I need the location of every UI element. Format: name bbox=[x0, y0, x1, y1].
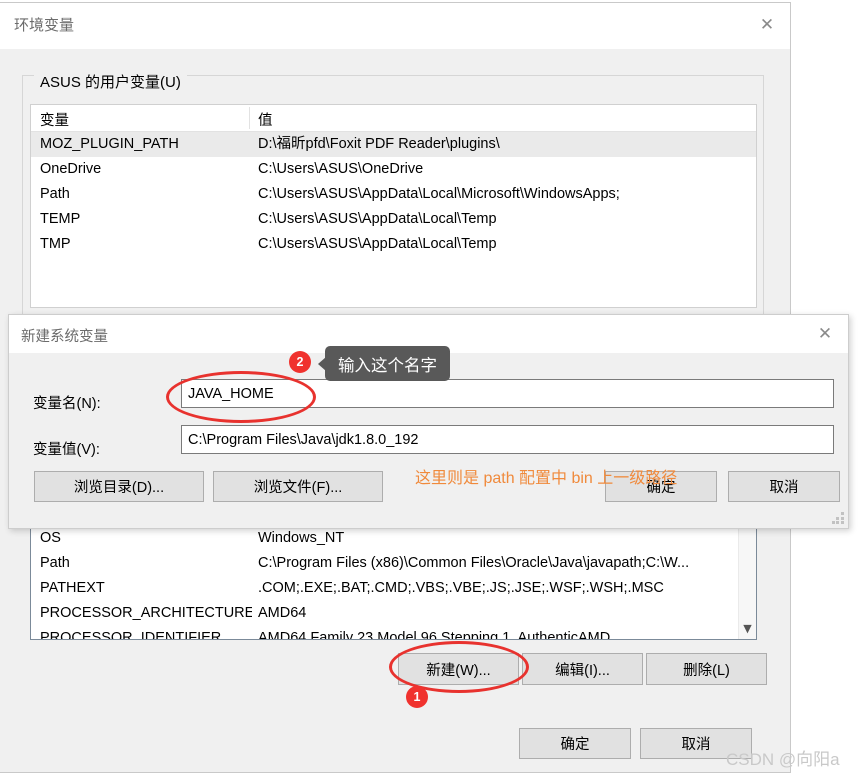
table-row[interactable]: OneDrive C:\Users\ASUS\OneDrive bbox=[31, 157, 756, 182]
cell-variable: MOZ_PLUGIN_PATH bbox=[40, 136, 179, 152]
edit-button[interactable]: 编辑(I)... bbox=[522, 653, 643, 685]
resize-grip[interactable] bbox=[832, 512, 844, 524]
table-row[interactable]: TMP C:\Users\ASUS\AppData\Local\Temp bbox=[31, 232, 756, 257]
column-divider[interactable] bbox=[249, 107, 250, 129]
annotation-badge-1: 1 bbox=[406, 686, 428, 708]
cell-value: C:\Users\ASUS\AppData\Local\Temp bbox=[258, 211, 497, 227]
column-header-value[interactable]: 值 bbox=[258, 109, 273, 130]
cell-value: .COM;.EXE;.BAT;.CMD;.VBS;.VBE;.JS;.JSE;.… bbox=[258, 580, 664, 596]
cell-variable: TEMP bbox=[40, 211, 81, 227]
table-row[interactable]: MOZ_PLUGIN_PATH D:\福昕pfd\Foxit PDF Reader… bbox=[31, 132, 756, 157]
variable-value-input[interactable] bbox=[181, 425, 834, 454]
table-header-row: 变量 值 bbox=[31, 105, 756, 132]
table-row[interactable]: Path C:\Program Files (x86)\Common Files\… bbox=[31, 551, 756, 576]
cell-variable: PATHEXT bbox=[40, 580, 105, 596]
system-variables-table[interactable]: OS Windows_NT Path C:\Program Files (x86)\C… bbox=[30, 525, 757, 640]
chevron-down-icon[interactable]: ▼ bbox=[739, 620, 756, 637]
ok-button[interactable]: 确定 bbox=[519, 728, 631, 759]
cell-value: AMD64 bbox=[258, 605, 307, 621]
cell-value: AMD64 Family 23 Model 96 Stepping 1, Aut… bbox=[258, 630, 611, 640]
cell-value: D:\福昕pfd\Foxit PDF Reader\plugins\ bbox=[258, 136, 500, 152]
table-row[interactable]: PATHEXT .COM;.EXE;.BAT;.CMD;.VBS;.VBE;.JS… bbox=[31, 576, 756, 601]
variable-name-label: 变量名(N): bbox=[33, 396, 101, 412]
annotation-orange-note: 这里则是 path 配置中 bin 上一级路径 bbox=[415, 470, 678, 487]
window-titlebar: 环境变量 ✕ bbox=[0, 3, 790, 49]
annotation-badge-2: 2 bbox=[289, 351, 311, 373]
close-icon[interactable]: ✕ bbox=[802, 315, 848, 352]
new-button[interactable]: 新建(W)... bbox=[398, 653, 519, 685]
table-row[interactable]: Path C:\Users\ASUS\AppData\Local\Microsof… bbox=[31, 182, 756, 207]
browse-file-button[interactable]: 浏览文件(F)... bbox=[213, 471, 383, 502]
page-title: 环境变量 bbox=[14, 17, 75, 34]
table-scrollbar[interactable]: ▼ bbox=[738, 526, 756, 639]
cell-variable: PROCESSOR_ARCHITECTURE bbox=[40, 605, 252, 621]
column-header-variable[interactable]: 变量 bbox=[40, 109, 69, 130]
cell-variable: TMP bbox=[40, 236, 71, 252]
user-variables-table[interactable]: 变量 值 MOZ_PLUGIN_PATH D:\福昕pfd\Foxit PDF R… bbox=[30, 104, 757, 308]
cell-variable: Path bbox=[40, 555, 70, 571]
cell-variable: OneDrive bbox=[40, 161, 102, 177]
delete-button[interactable]: 删除(L) bbox=[646, 653, 767, 685]
variable-value-label: 变量值(V): bbox=[33, 442, 100, 458]
cell-value: Windows_NT bbox=[258, 530, 345, 546]
user-variables-group-label: ASUS 的用户变量(U) bbox=[34, 71, 187, 92]
table-row[interactable]: TEMP C:\Users\ASUS\AppData\Local\Temp bbox=[31, 207, 756, 232]
watermark: CSDN @向阳a bbox=[726, 750, 840, 769]
table-row[interactable]: PROCESSOR_ARCHITECTURE AMD64 bbox=[31, 601, 756, 626]
cell-variable: Path bbox=[40, 186, 70, 202]
cell-value: C:\Program Files (x86)\Common Files\Orac… bbox=[258, 555, 690, 571]
browse-directory-button[interactable]: 浏览目录(D)... bbox=[34, 471, 204, 502]
cell-variable: OS bbox=[40, 530, 61, 546]
table-row[interactable]: OS Windows_NT bbox=[31, 526, 756, 551]
dialog-title: 新建系统变量 bbox=[21, 329, 108, 345]
annotation-tooltip-enter-name: 输入这个名字 bbox=[318, 346, 450, 381]
close-icon[interactable]: ✕ bbox=[744, 3, 790, 47]
dialog-cancel-button[interactable]: 取消 bbox=[728, 471, 840, 502]
cell-value: C:\Users\ASUS\OneDrive bbox=[258, 161, 424, 177]
cell-value: C:\Users\ASUS\AppData\Local\Temp bbox=[258, 236, 497, 252]
variable-name-input[interactable] bbox=[181, 379, 834, 408]
cell-variable: PROCESSOR_IDENTIFIER bbox=[40, 630, 222, 640]
cell-value: C:\Users\ASUS\AppData\Local\Microsoft\Wi… bbox=[258, 186, 620, 202]
table-row[interactable]: PROCESSOR_IDENTIFIER AMD64 Family 23 Mode… bbox=[31, 626, 756, 640]
